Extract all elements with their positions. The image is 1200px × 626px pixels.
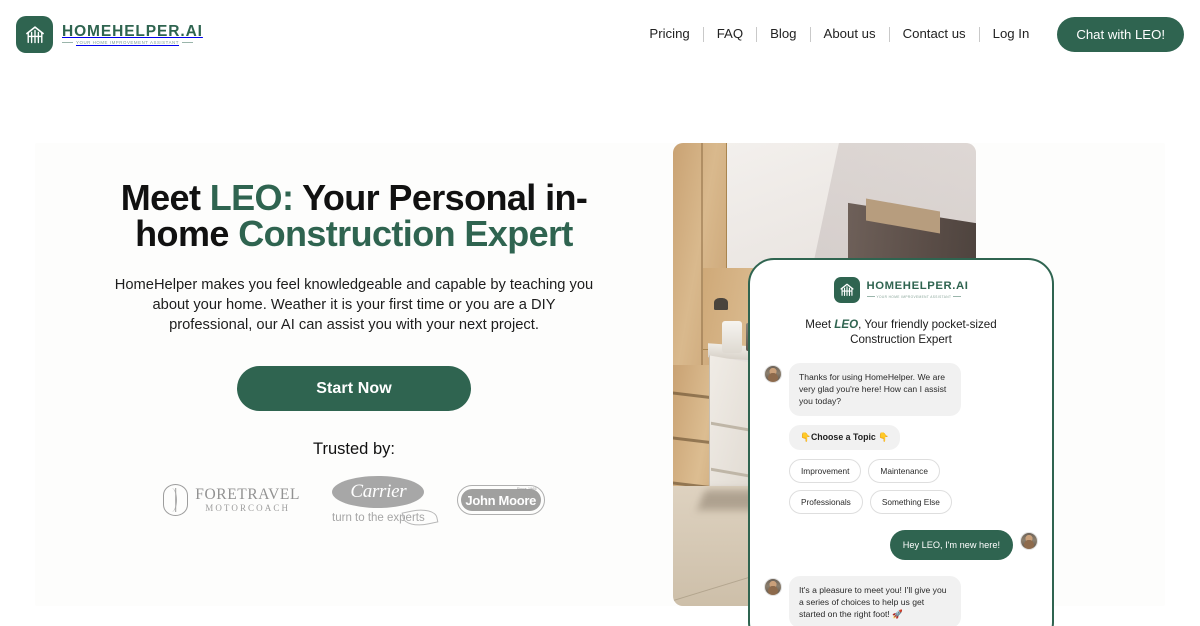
chat-brand: HOMEHELPER.AI YOUR HOME IMPROVEMENT ASSI… bbox=[764, 277, 1038, 303]
trusted-by-logos: FORETRAVEL MOTORCOACH Carrier turn to th… bbox=[112, 476, 596, 530]
site-header: HOMEHELPER.AI YOUR HOME IMPROVEMENT ASSI… bbox=[0, 0, 1200, 68]
chat-headline-part2: , Your friendly pocket-sized Constructio… bbox=[850, 318, 997, 346]
carrier-pill-icon: Carrier bbox=[332, 476, 425, 508]
nav-item-about-us[interactable]: About us bbox=[811, 17, 889, 51]
hero-content: Meet LEO: Your Personal in-home Construc… bbox=[112, 180, 596, 530]
main-nav: Pricing FAQ Blog About us Contact us Log… bbox=[636, 16, 1184, 52]
brand-logo[interactable]: HOMEHELPER.AI YOUR HOME IMPROVEMENT ASSI… bbox=[16, 16, 203, 53]
chat-brand-tagline: YOUR HOME IMPROVEMENT ASSISTANT bbox=[867, 295, 969, 299]
chat-message-bot-1: Thanks for using HomeHelper. We are very… bbox=[764, 363, 1038, 416]
carrier-wordmark: Carrier bbox=[350, 481, 407, 502]
trusted-by-label: Trusted by: bbox=[313, 440, 395, 458]
nav-item-blog[interactable]: Blog bbox=[757, 17, 809, 51]
topic-chip-maintenance[interactable]: Maintenance bbox=[868, 458, 940, 483]
hero-title-part1: Meet bbox=[120, 177, 210, 218]
nav-item-log-in[interactable]: Log In bbox=[980, 17, 1043, 51]
nav-item-faq[interactable]: FAQ bbox=[704, 17, 756, 51]
photo-pot bbox=[714, 298, 728, 310]
chat-headline-leo: LEO bbox=[834, 318, 859, 331]
chat-with-leo-button[interactable]: Chat with LEO! bbox=[1057, 16, 1184, 52]
foretravel-line2: MOTORCOACH bbox=[205, 503, 291, 514]
landing-page: HOMEHELPER.AI YOUR HOME IMPROVEMENT ASSI… bbox=[0, 0, 1200, 626]
john-moore-since: Since 1965 bbox=[516, 487, 537, 491]
hero-subtitle: HomeHelper makes you feel knowledgeable … bbox=[114, 277, 594, 333]
chat-headline-part1: Meet bbox=[805, 318, 835, 331]
logo-john-moore: Since 1965 John Moore bbox=[456, 485, 545, 515]
foretravel-mark-icon bbox=[163, 484, 189, 516]
chat-headline: Meet LEO, Your friendly pocket-sized Con… bbox=[764, 317, 1038, 347]
nav-item-pricing[interactable]: Pricing bbox=[636, 17, 702, 51]
john-moore-pill-icon: John Moore bbox=[460, 489, 541, 511]
topic-chip-group: Improvement Maintenance Professionals So… bbox=[789, 458, 979, 514]
hero-title-accent-expert: Construction Expert bbox=[238, 213, 573, 254]
avatar bbox=[764, 365, 782, 383]
john-moore-wordmark: John Moore bbox=[465, 492, 537, 508]
page-title: Meet LEO: Your Personal in-home Construc… bbox=[112, 180, 596, 252]
nav-item-contact-us[interactable]: Contact us bbox=[890, 17, 979, 51]
photo-appliance-white bbox=[722, 321, 742, 353]
house-logo-icon bbox=[833, 277, 860, 303]
chat-widget: HOMEHELPER.AI YOUR HOME IMPROVEMENT ASSI… bbox=[748, 258, 1054, 626]
choose-topic-prompt: 👇Choose a Topic 👇 bbox=[789, 424, 901, 450]
avatar bbox=[1020, 531, 1038, 550]
brand-name: HOMEHELPER.AI bbox=[62, 22, 203, 40]
topic-chip-something-else[interactable]: Something Else bbox=[869, 489, 952, 514]
logo-foretravel: FORETRAVEL MOTORCOACH bbox=[163, 484, 300, 516]
brand-tagline: YOUR HOME IMPROVEMENT ASSISTANT bbox=[62, 40, 203, 45]
chat-message-user-1: Hey LEO, I'm new here! bbox=[764, 529, 1038, 560]
chat-bubble-text: It's a pleasure to meet you! I'll give y… bbox=[789, 575, 961, 626]
topic-chip-improvement[interactable]: Improvement bbox=[789, 458, 862, 483]
chat-brand-name: HOMEHELPER.AI bbox=[866, 280, 969, 293]
chat-bubble-text: Thanks for using HomeHelper. We are very… bbox=[789, 363, 961, 416]
chat-bubble-text: Hey LEO, I'm new here! bbox=[889, 529, 1013, 560]
chat-message-bot-2: It's a pleasure to meet you! I'll give y… bbox=[764, 575, 1038, 626]
house-logo-icon bbox=[16, 16, 53, 53]
avatar bbox=[764, 577, 782, 596]
foretravel-wordmark: FORETRAVEL MOTORCOACH bbox=[195, 487, 300, 514]
foretravel-line1: FORETRAVEL bbox=[195, 485, 301, 503]
chat-brand-text: HOMEHELPER.AI YOUR HOME IMPROVEMENT ASSI… bbox=[866, 280, 969, 299]
topic-chip-professionals[interactable]: Professionals bbox=[789, 489, 863, 514]
start-now-button[interactable]: Start Now bbox=[237, 366, 471, 411]
hero-title-accent-leo: LEO: bbox=[209, 177, 294, 218]
logo-carrier: Carrier turn to the experts bbox=[332, 476, 439, 530]
brand-text: HOMEHELPER.AI YOUR HOME IMPROVEMENT ASSI… bbox=[62, 24, 203, 46]
